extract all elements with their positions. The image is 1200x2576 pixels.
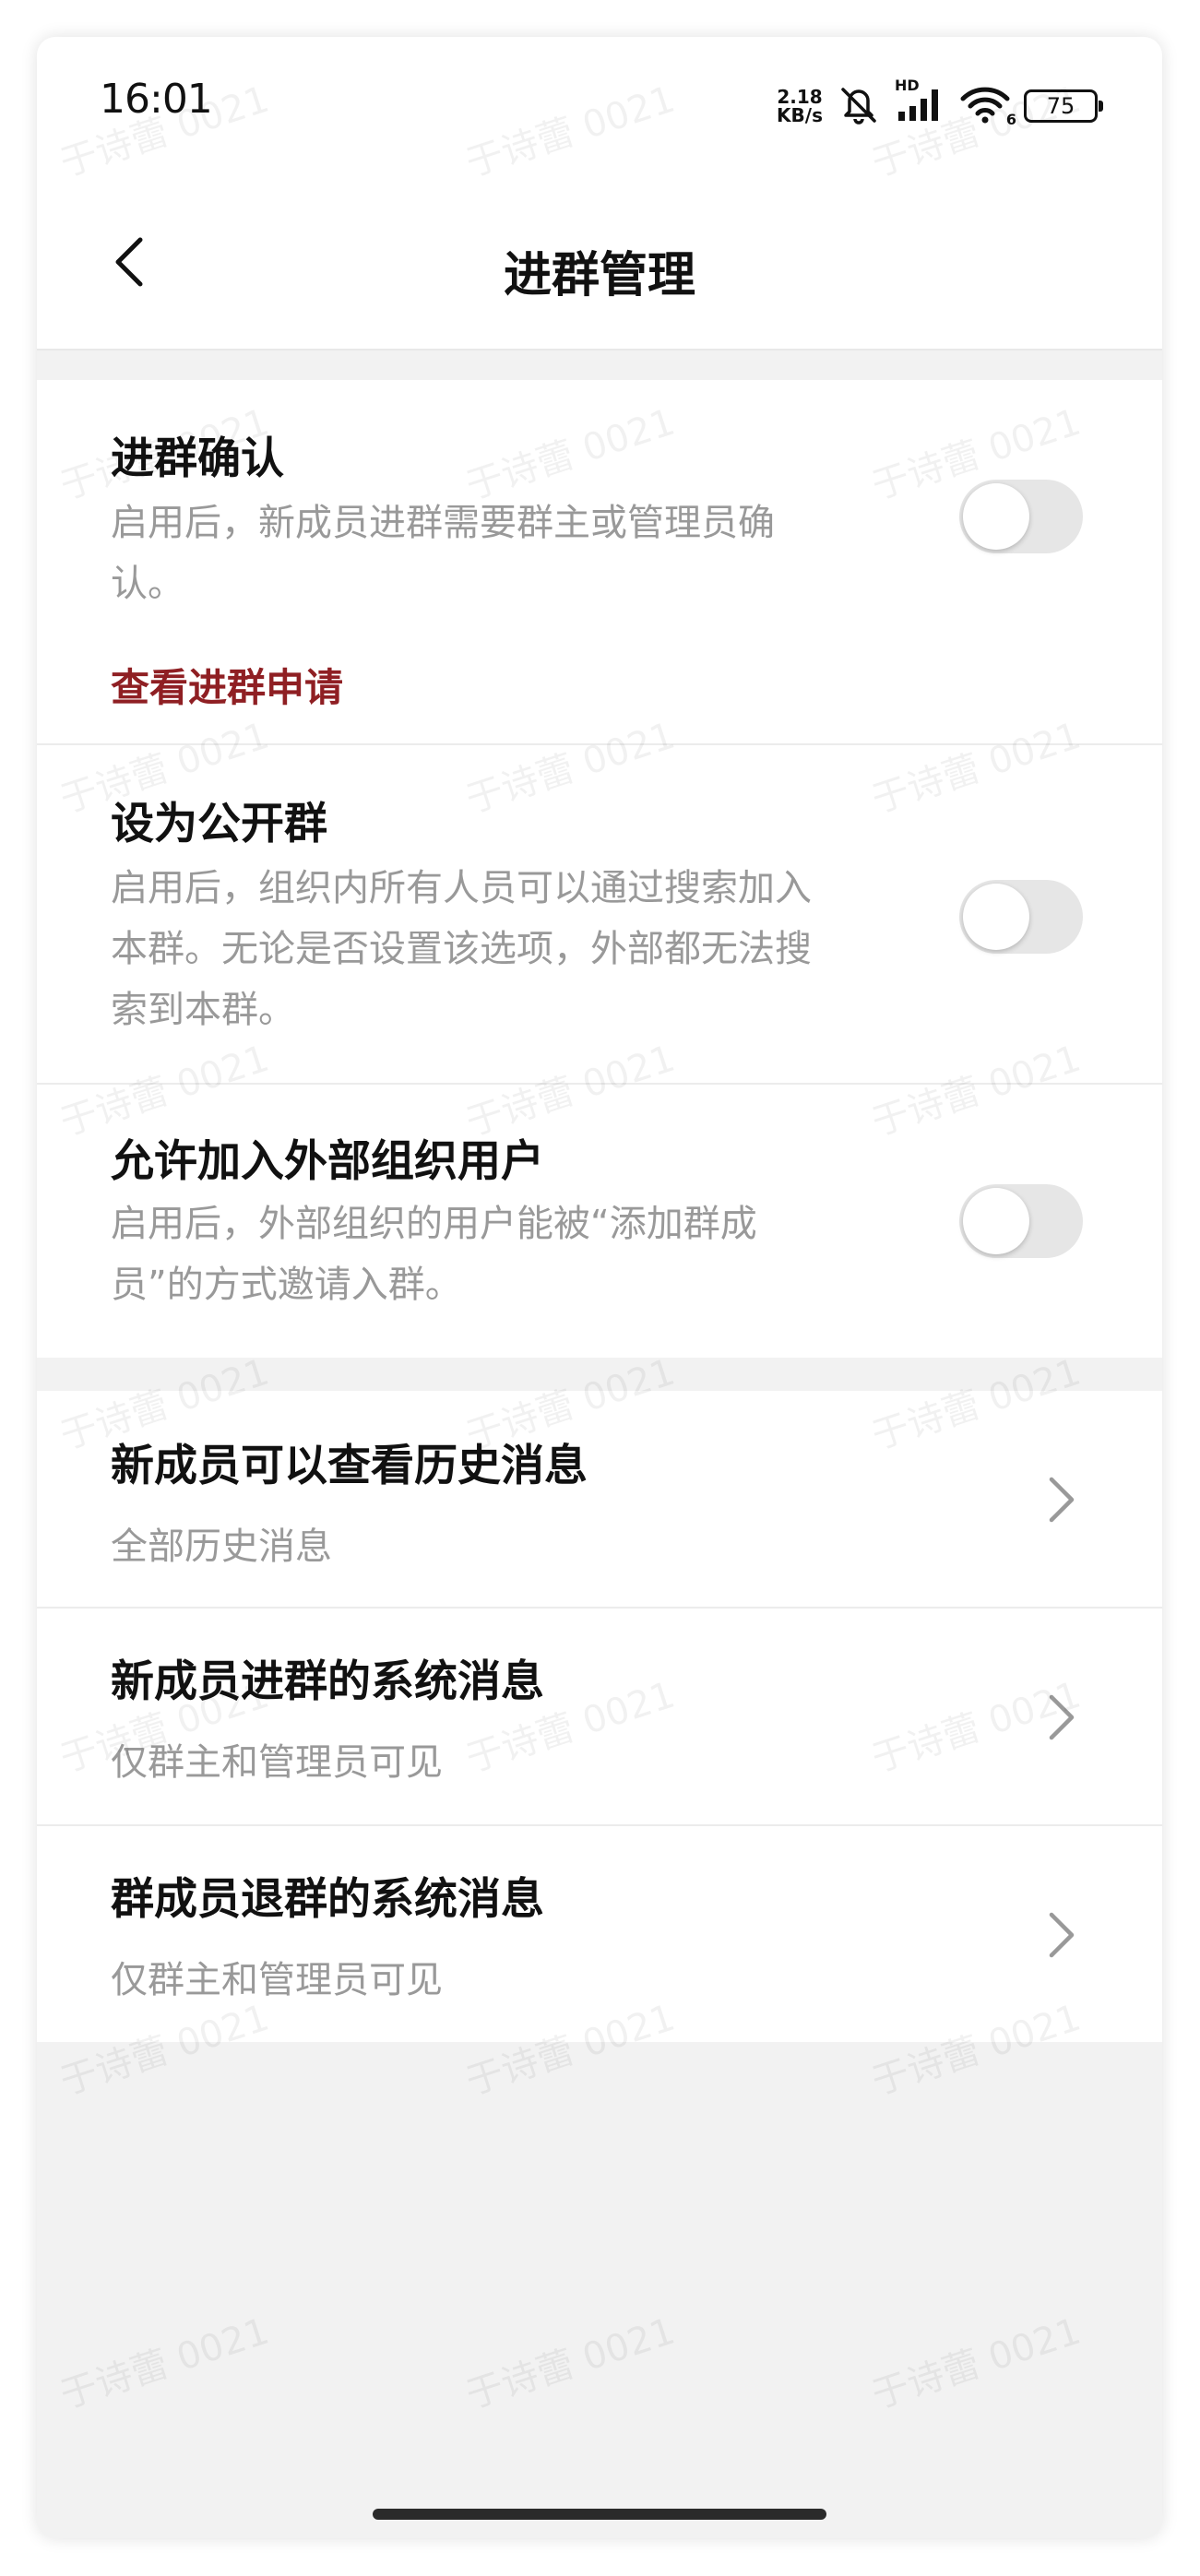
- option-value: 仅群主和管理员可见: [111, 1959, 443, 2001]
- public-group-toggle[interactable]: [959, 880, 1083, 954]
- watermark: 于诗蕾 0021: [460, 2309, 681, 2417]
- option-title: 新成员可以查看历史消息: [111, 1441, 588, 1491]
- watermark: 于诗蕾 0021: [866, 2309, 1087, 2417]
- join-confirm-toggle[interactable]: [959, 480, 1083, 553]
- option-leave-system-message[interactable]: 群成员退群的系统消息 仅群主和管理员可见: [37, 1826, 1162, 2042]
- setting-description: 启用后，组织内所有人员可以通过搜索加入本群。无论是否设置该选项，外部都无法搜索到…: [111, 867, 812, 1031]
- option-title: 群成员退群的系统消息: [111, 1874, 544, 1925]
- battery-icon: 75: [1024, 89, 1103, 123]
- network-speed-unit: KB/s: [777, 104, 823, 126]
- option-history-messages[interactable]: 新成员可以查看历史消息 全部历史消息: [37, 1391, 1162, 1607]
- wifi-icon: 6: [959, 84, 1016, 128]
- status-time: 16:01: [100, 76, 213, 123]
- mute-bell-icon: [836, 84, 882, 128]
- cellular-signal-icon: HD: [895, 77, 946, 128]
- wifi-6-label: 6: [1005, 111, 1016, 128]
- option-value: 仅群主和管理员可见: [111, 1741, 443, 1784]
- setting-title: 进群确认: [111, 433, 284, 484]
- hd-label: HD: [895, 77, 920, 94]
- phone-screen: 16:01 2.18 KB/s HD 6 75 进群管理 进群确认 启用后，新成…: [37, 37, 1162, 2538]
- toggle-settings-group: 进群确认 启用后，新成员进群需要群主或管理员确认。 查看进群申请 设为公开群 启…: [37, 380, 1162, 1358]
- option-join-system-message[interactable]: 新成员进群的系统消息 仅群主和管理员可见: [37, 1609, 1162, 1824]
- setting-description: 启用后，外部组织的用户能被“添加群成员”的方式邀请入群。: [111, 1203, 757, 1306]
- network-speed: 2.18 KB/s: [777, 88, 823, 125]
- page-title: 进群管理: [503, 248, 695, 303]
- home-indicator[interactable]: [373, 2509, 826, 2520]
- toggle-knob: [963, 483, 1029, 550]
- chevron-right-icon: [1049, 1477, 1075, 1523]
- toggle-knob: [963, 1188, 1029, 1254]
- option-value: 全部历史消息: [111, 1525, 332, 1568]
- chevron-right-icon: [1049, 1694, 1075, 1740]
- setting-title: 允许加入外部组织用户: [111, 1136, 544, 1187]
- message-settings-group: 新成员可以查看历史消息 全部历史消息 新成员进群的系统消息 仅群主和管理员可见 …: [37, 1391, 1162, 2042]
- setting-title: 设为公开群: [111, 799, 327, 849]
- setting-join-confirm: 进群确认 启用后，新成员进群需要群主或管理员确认。 查看进群申请: [37, 380, 1162, 743]
- battery-level: 75: [1046, 93, 1075, 119]
- setting-public-group: 设为公开群 启用后，组织内所有人员可以通过搜索加入本群。无论是否设置该选项，外部…: [37, 745, 1162, 1083]
- chevron-right-icon: [1049, 1912, 1075, 1958]
- setting-description: 启用后，新成员进群需要群主或管理员确认。: [111, 502, 775, 605]
- status-bar: 16:01 2.18 KB/s HD 6 75: [37, 37, 1162, 175]
- external-users-toggle[interactable]: [959, 1184, 1083, 1258]
- toggle-knob: [963, 884, 1029, 950]
- network-speed-value: 2.18: [777, 86, 823, 108]
- view-join-requests-link[interactable]: 查看进群申请: [111, 657, 343, 713]
- watermark: 于诗蕾 0021: [54, 2309, 275, 2417]
- option-title: 新成员进群的系统消息: [111, 1656, 544, 1707]
- navigation-bar: 进群管理: [37, 175, 1162, 350]
- setting-external-users: 允许加入外部组织用户 启用后，外部组织的用户能被“添加群成员”的方式邀请入群。: [37, 1085, 1162, 1358]
- status-icons: 2.18 KB/s HD 6 75: [777, 77, 1103, 131]
